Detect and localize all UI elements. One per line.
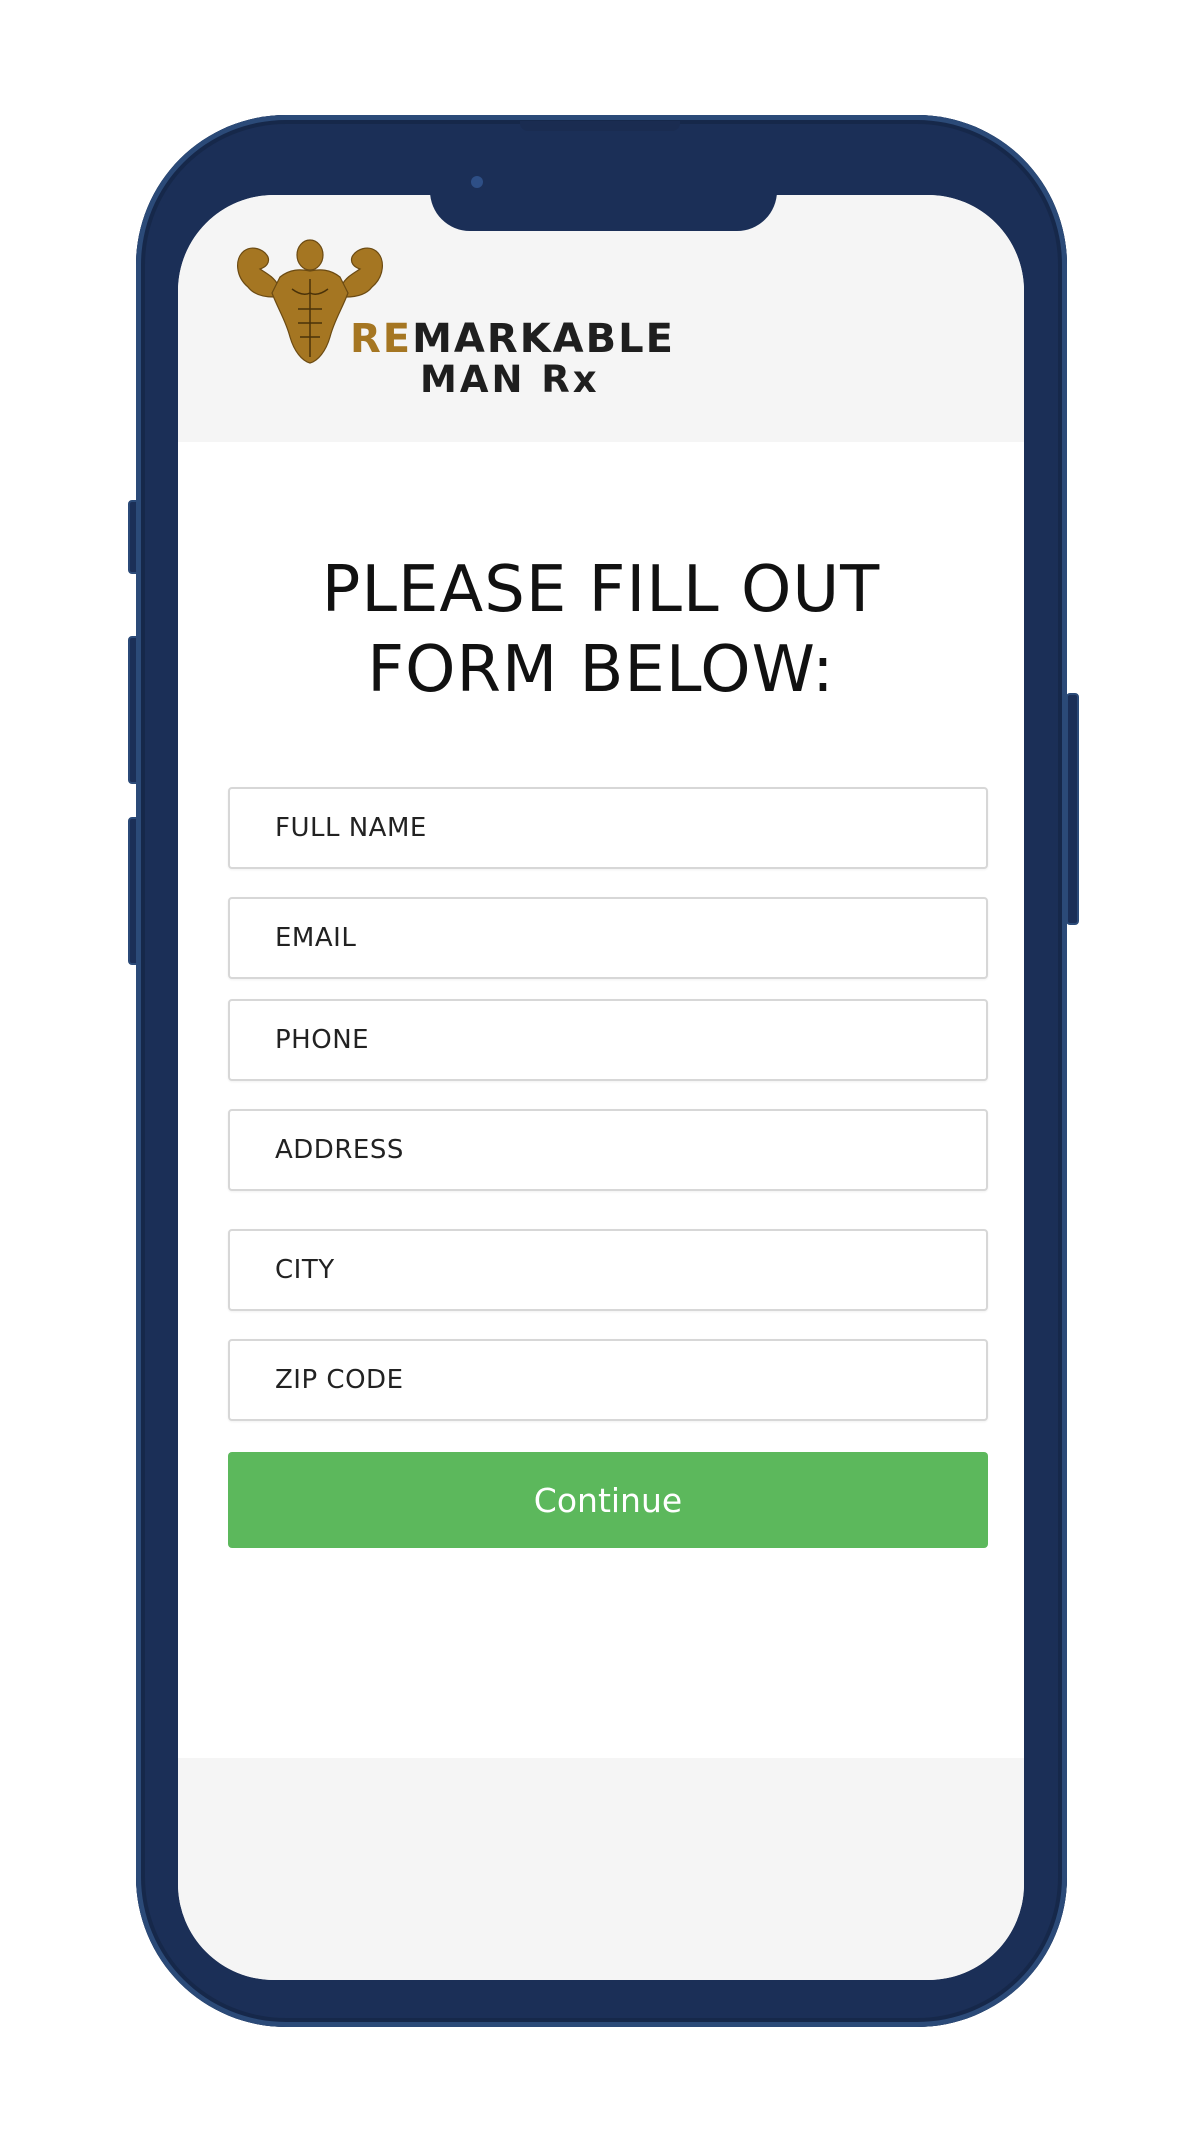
brand-name-line2: MAN Rx: [420, 358, 600, 401]
footer: [178, 1758, 1024, 1980]
full-name-field-wrapper: [228, 787, 988, 869]
phone-field-wrapper: [228, 999, 988, 1081]
front-camera-icon: [471, 176, 483, 188]
page-title-line2: FORM BELOW:: [367, 633, 835, 707]
phone-notch: [430, 190, 777, 231]
brand-name-accent: RE: [350, 316, 413, 362]
page-title-line1: PLEASE FILL OUT: [321, 553, 881, 627]
continue-button[interactable]: Continue: [228, 1452, 988, 1548]
address-field-wrapper: [228, 1109, 988, 1191]
address-field[interactable]: [230, 1111, 986, 1189]
page-title: PLEASE FILL OUT FORM BELOW:: [178, 550, 1024, 710]
brand-logo[interactable]: REMARKABLE MAN Rx: [230, 239, 690, 399]
city-field[interactable]: [230, 1231, 986, 1309]
brand-name-main: MARKABLE: [412, 316, 675, 362]
email-field[interactable]: [230, 899, 986, 977]
phone-speaker: [520, 121, 680, 131]
power-button: [1066, 693, 1079, 925]
city-field-wrapper: [228, 1229, 988, 1311]
phone-screen: REMARKABLE MAN Rx PLEASE FILL OUT FORM B…: [178, 195, 1024, 1980]
page: REMARKABLE MAN Rx PLEASE FILL OUT FORM B…: [0, 0, 1200, 2133]
brand-name-line1: REMARKABLE: [350, 319, 675, 359]
phone-field[interactable]: [230, 1001, 986, 1079]
full-name-field[interactable]: [230, 789, 986, 867]
form-card: PLEASE FILL OUT FORM BELOW: Continue: [178, 442, 1024, 1758]
brand-name: REMARKABLE MAN Rx: [350, 319, 675, 398]
zip-code-field-wrapper: [228, 1339, 988, 1421]
zip-code-field[interactable]: [230, 1341, 986, 1419]
header: REMARKABLE MAN Rx: [178, 195, 1024, 442]
email-field-wrapper: [228, 897, 988, 979]
